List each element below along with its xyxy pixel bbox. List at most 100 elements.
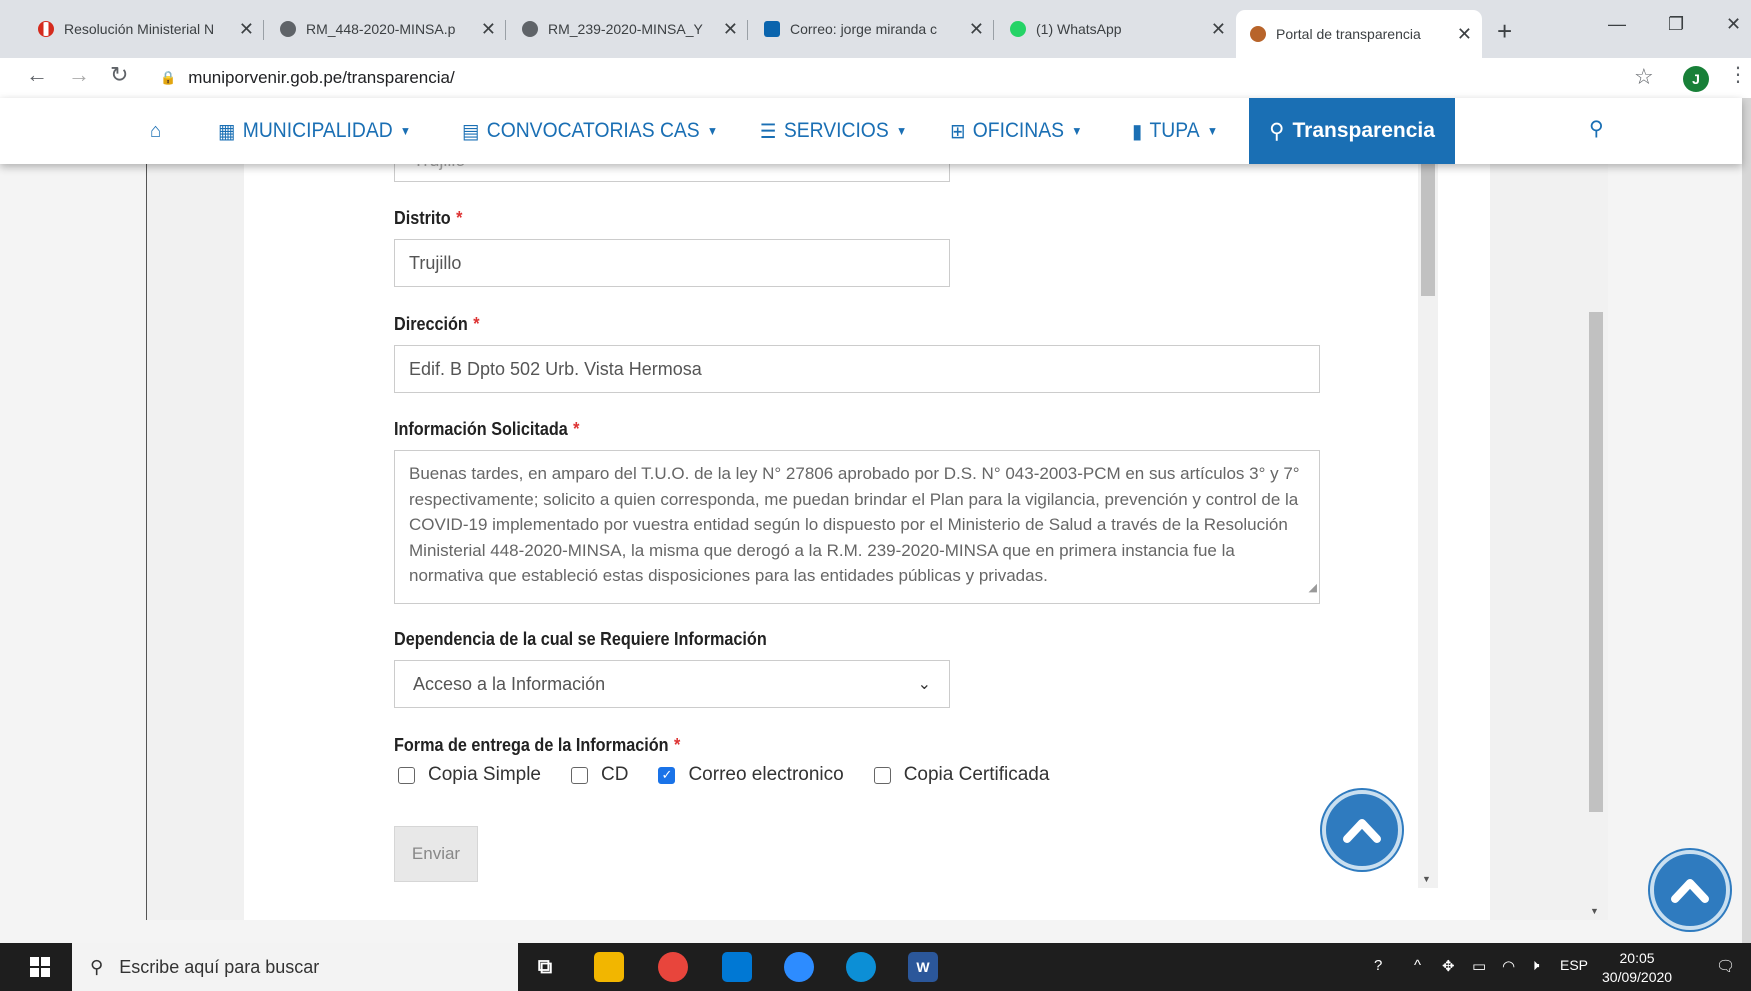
taskbar-search-box[interactable]: ⚲ Escribe aquí para buscar — [72, 943, 518, 991]
nav-oficinas[interactable]: ⊞ OFICINAS ▼ — [950, 98, 1082, 164]
whatsapp-icon — [1010, 21, 1026, 37]
site-navbar: ⌂ ▦ MUNICIPALIDAD ▼ ▤ CONVOCATORIAS CAS ▼ ☰ S… — [0, 98, 1742, 164]
browser-menu-icon[interactable]: ⋮ — [1728, 62, 1748, 87]
browser-tab-correo[interactable]: Correo: jorge miranda c ✕ — [750, 10, 994, 48]
search-icon: ⚲ — [1269, 119, 1285, 143]
informacion-textarea[interactable]: Buenas tardes, en amparo del T.U.O. de l… — [394, 450, 1320, 604]
chevron-up-icon — [1343, 819, 1381, 843]
nav-municipalidad[interactable]: ▦ MUNICIPALIDAD ▼ — [218, 98, 411, 164]
required-asterisk: * — [673, 735, 681, 755]
language-indicator[interactable]: ESP — [1560, 957, 1588, 973]
nav-transparencia[interactable]: ⚲ Transparencia — [1249, 98, 1455, 164]
reload-icon[interactable]: ↻ — [110, 62, 128, 88]
nav-tupa[interactable]: ▮ TUPA ▼ — [1132, 98, 1218, 164]
checkbox-copia-simple[interactable]: Copia Simple — [398, 764, 541, 786]
checkbox-box-checked[interactable]: ✓ — [658, 766, 676, 784]
forma-entrega-label: Forma de entrega de la Información * — [394, 735, 681, 755]
caret-down-icon: ▼ — [1071, 124, 1083, 138]
back-arrow-icon[interactable]: ← — [26, 62, 48, 88]
store-icon[interactable] — [722, 952, 752, 982]
dropbox-icon[interactable]: ✥ — [1442, 957, 1455, 975]
battery-icon[interactable]: ▭ — [1472, 957, 1486, 975]
forma-entrega-options: Copia Simple CD ✓ Correo electronico Copi… — [398, 764, 1079, 786]
zoom-icon[interactable] — [784, 952, 814, 982]
building-icon: ▦ — [218, 120, 236, 143]
required-asterisk: * — [573, 419, 580, 439]
nav-convocatorias[interactable]: ▤ CONVOCATORIAS CAS ▼ — [462, 98, 718, 164]
profile-avatar[interactable]: J — [1683, 66, 1709, 92]
bookmark-star-icon[interactable]: ☆ — [1634, 64, 1654, 90]
resize-grip-icon[interactable]: ◢ — [1309, 576, 1317, 602]
chevron-up-icon — [1671, 879, 1709, 903]
checkbox-cd[interactable]: CD — [571, 764, 628, 786]
restore-window-icon[interactable]: ❐ — [1668, 14, 1684, 35]
scrollbar-thumb[interactable] — [1589, 312, 1603, 812]
home-icon[interactable]: ⌂ — [150, 98, 161, 164]
tab-title: Portal de transparencia — [1276, 26, 1421, 42]
caret-down-icon: ▼ — [400, 124, 411, 138]
close-tab-icon[interactable]: ✕ — [1211, 19, 1226, 40]
nav-servicios[interactable]: ☰ SERVICIOS ▼ — [760, 98, 907, 164]
file-explorer-icon[interactable] — [594, 952, 624, 982]
browser-tab-rm448[interactable]: RM_448-2020-MINSA.p ✕ — [266, 10, 506, 48]
windows-start-icon[interactable] — [30, 957, 50, 977]
scroll-to-top-button[interactable] — [1322, 790, 1402, 870]
dependencia-select[interactable]: Acceso a la Información ⌄ — [394, 660, 950, 708]
chrome-icon[interactable] — [658, 952, 688, 982]
tab-title: Correo: jorge miranda c — [790, 21, 938, 37]
close-tab-icon[interactable]: ✕ — [1457, 24, 1472, 45]
close-window-icon[interactable]: ✕ — [1726, 14, 1741, 35]
tab-separator — [993, 20, 994, 40]
word-icon[interactable]: W — [908, 952, 938, 982]
checkbox-correo-electronico[interactable]: ✓ Correo electronico — [658, 764, 844, 786]
browser-scrollbar[interactable] — [1742, 98, 1751, 943]
help-icon[interactable]: ? — [1374, 957, 1382, 974]
caret-down-icon: ▼ — [896, 124, 908, 138]
outlook-icon — [764, 21, 780, 37]
browser-tab-resolucion[interactable]: Resolución Ministerial N ✕ — [24, 10, 264, 48]
browser-tab-rm239[interactable]: RM_239-2020-MINSA_Y ✕ — [508, 10, 748, 48]
address-bar[interactable]: 🔒 muniporvenir.gob.pe/transparencia/ — [160, 62, 1630, 94]
distrito-label: Distrito * — [394, 208, 463, 228]
close-tab-icon[interactable]: ✕ — [723, 19, 738, 40]
checkbox-box[interactable] — [571, 766, 588, 784]
tray-chevron-up-icon[interactable]: ^ — [1414, 957, 1421, 974]
forward-arrow-icon[interactable]: → — [68, 62, 90, 88]
checkbox-box[interactable] — [873, 766, 891, 784]
taskbar-clock[interactable]: 20:05 30/09/2020 — [1602, 949, 1672, 987]
distrito-input[interactable]: Trujillo — [394, 239, 950, 287]
browser-tab-portal-active[interactable]: Portal de transparencia ✕ — [1236, 10, 1482, 58]
close-tab-icon[interactable]: ✕ — [239, 19, 254, 40]
direccion-input[interactable]: Edif. B Dpto 502 Urb. Vista Hermosa — [394, 345, 1320, 393]
form-scrollbar[interactable]: ▼ — [1418, 98, 1438, 888]
browser-toolbar: ← → ↻ 🔒 muniporvenir.gob.pe/transparenci… — [0, 58, 1751, 98]
edge-icon[interactable] — [846, 952, 876, 982]
minimize-window-icon[interactable]: — — [1608, 14, 1626, 35]
close-tab-icon[interactable]: ✕ — [481, 19, 496, 40]
scroll-to-top-button-page[interactable] — [1650, 850, 1730, 930]
scroll-down-arrow-icon[interactable]: ▼ — [1590, 906, 1599, 916]
browser-tab-whatsapp[interactable]: (1) WhatsApp ✕ — [996, 10, 1236, 48]
checkbox-box[interactable] — [398, 766, 415, 784]
checkbox-copia-certificada[interactable]: Copia Certificada — [873, 764, 1049, 786]
scroll-down-arrow-icon[interactable]: ▼ — [1422, 874, 1431, 884]
tab-separator — [747, 20, 748, 40]
informacion-text: Buenas tardes, en amparo del T.U.O. de l… — [409, 464, 1300, 585]
new-tab-button[interactable]: + — [1497, 16, 1512, 47]
page-scrollbar[interactable]: ▼ — [1586, 98, 1606, 920]
close-tab-icon[interactable]: ✕ — [969, 19, 984, 40]
globe-icon — [522, 21, 538, 37]
municipal-seal-icon — [1250, 26, 1266, 42]
dependencia-selected: Acceso a la Información — [413, 673, 606, 694]
enviar-button[interactable]: Enviar — [394, 826, 478, 882]
volume-muted-icon[interactable]: 🕨 — [1530, 957, 1539, 974]
required-asterisk: * — [473, 314, 480, 334]
task-view-icon[interactable]: ⧉ — [530, 952, 560, 982]
windows-taskbar: ⚲ Escribe aquí para buscar ⧉ W ? ^ ✥ ▭ ◠… — [0, 943, 1751, 991]
site-search-icon[interactable]: ⚲ — [1589, 116, 1604, 141]
id-card-icon: ▤ — [462, 120, 480, 143]
notifications-icon[interactable]: 🗨 — [1716, 957, 1735, 975]
tab-title: Resolución Ministerial N — [64, 21, 215, 37]
wifi-icon[interactable]: ◠ — [1502, 957, 1515, 975]
required-asterisk: * — [456, 208, 463, 228]
